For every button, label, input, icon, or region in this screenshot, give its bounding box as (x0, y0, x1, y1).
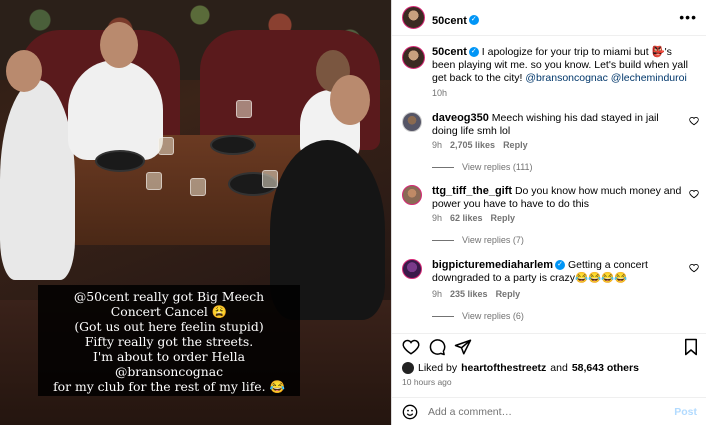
divider-line (432, 166, 454, 168)
like-comment-heart-icon[interactable] (689, 189, 699, 199)
post-caption: 50cent ✓ I apologize for your trip to mia… (392, 44, 706, 98)
commenter-avatar[interactable] (402, 112, 422, 132)
verified-badge-icon: ✓ (468, 47, 479, 58)
divider-line (432, 239, 454, 241)
comment-time: 9h (432, 289, 443, 299)
caption-username[interactable]: 50cent (432, 46, 467, 58)
comment: daveog350 Meech wishing his dad stayed i… (392, 112, 706, 176)
comment-likes[interactable]: 62 likes (450, 213, 483, 223)
view-replies[interactable]: View replies (111) (432, 162, 533, 172)
comment-time: 9h (432, 140, 443, 150)
commenter-username[interactable]: daveog350 (432, 112, 489, 124)
like-comment-heart-icon[interactable] (689, 263, 699, 273)
commenter-username[interactable]: bigpicturemediaharlem (432, 259, 553, 271)
person-2 (68, 60, 163, 160)
post-photo[interactable]: @50cent really got Big Meech Concert Can… (0, 0, 391, 425)
author-username[interactable]: 50cent (432, 15, 467, 27)
author-avatar[interactable] (402, 6, 425, 29)
glass (146, 172, 162, 190)
comment-text: bigpicturemediaharlem ✓ Getting a concert… (432, 259, 682, 285)
comment-likes[interactable]: 235 likes (450, 289, 488, 299)
caption-line: I'm about to order Hella @bransoncognac (92, 349, 245, 379)
like-comment-heart-icon[interactable] (689, 116, 699, 126)
mention-link[interactable]: @lecheminduroi (611, 72, 687, 84)
person-1-head (6, 50, 42, 92)
glass (158, 137, 174, 155)
likes-summary: Liked by heartofthestreetz and 58,643 ot… (402, 362, 639, 374)
post-timestamp: 10 hours ago (402, 377, 452, 387)
comment: bigpicturemediaharlem ✓ Getting a concert… (392, 259, 706, 323)
post-header: 50cent ✓ ••• (392, 0, 706, 36)
mention-link[interactable]: @bransoncognac (525, 72, 607, 84)
commenter-avatar[interactable] (402, 259, 422, 279)
caption-time: 10h (432, 88, 448, 98)
caption-line: (Got us out here feelin stupid) (74, 319, 264, 334)
person-2-head (100, 22, 138, 68)
liked-by-prefix: Liked by (418, 362, 458, 374)
caption-line: for my club for the rest of my life. 😂 (53, 379, 285, 394)
action-bar (392, 333, 706, 356)
comment-likes[interactable]: 2,705 likes (450, 140, 495, 150)
caption-line: Fifty really got the streets. (84, 334, 254, 349)
glass (190, 178, 206, 196)
reply-button[interactable]: Reply (496, 289, 521, 299)
reply-button[interactable]: Reply (503, 140, 528, 150)
save-bookmark-icon[interactable] (682, 338, 700, 356)
person-4-head (330, 75, 370, 125)
glass (236, 100, 252, 118)
comment-time: 9h (432, 213, 443, 223)
view-replies[interactable]: View replies (7) (432, 235, 524, 245)
caption-avatar[interactable] (402, 46, 425, 69)
caption-line: @50cent really got Big Meech (73, 289, 265, 304)
view-replies-label[interactable]: View replies (7) (462, 235, 524, 245)
comment-text: ttg_tiff_the_gift Do you know how much m… (432, 185, 682, 211)
post-panel: 50cent ✓ ••• 50cent ✓ I apologize for your… (391, 0, 706, 425)
comment-meta: 9h 62 likes Reply (432, 213, 515, 223)
story-caption: @50cent really got Big Meech Concert Can… (38, 285, 300, 396)
add-comment-input[interactable]: Add a comment… (428, 406, 512, 418)
liked-by-and: and (550, 362, 568, 374)
reply-button[interactable]: Reply (491, 213, 516, 223)
glass (262, 170, 278, 188)
add-comment-bar: Add a comment… Post (392, 397, 706, 425)
verified-badge-icon: ✓ (555, 260, 566, 271)
plate (210, 135, 256, 155)
comment-meta: 9h 2,705 likes Reply (432, 140, 528, 150)
author-name-row: 50cent ✓ (432, 11, 479, 29)
comment-text: daveog350 Meech wishing his dad stayed i… (432, 112, 682, 138)
liker-username[interactable]: heartofthestreetz (461, 362, 546, 374)
divider-line (432, 315, 454, 317)
comment-bubble-icon[interactable] (428, 338, 446, 356)
liker-avatar[interactable] (402, 362, 414, 374)
person-1 (0, 80, 75, 280)
emoji-smiley-icon[interactable] (402, 404, 418, 420)
view-replies-label[interactable]: View replies (6) (462, 311, 524, 321)
more-options-icon[interactable]: ••• (679, 9, 697, 25)
comment-meta: 9h 235 likes Reply (432, 289, 520, 299)
comment: ttg_tiff_the_gift Do you know how much m… (392, 185, 706, 249)
caption-line: Concert Cancel 😩 (110, 304, 228, 319)
view-replies[interactable]: View replies (6) (432, 311, 524, 321)
post-comment-button[interactable]: Post (674, 406, 697, 418)
plate (95, 150, 145, 172)
commenter-avatar[interactable] (402, 185, 422, 205)
likes-count[interactable]: 58,643 others (572, 362, 639, 374)
share-send-icon[interactable] (454, 338, 472, 356)
commenter-username[interactable]: ttg_tiff_the_gift (432, 185, 512, 197)
verified-badge-icon: ✓ (468, 14, 479, 25)
caption-text: 50cent ✓ I apologize for your trip to mia… (432, 46, 697, 85)
view-replies-label[interactable]: View replies (111) (462, 162, 533, 172)
like-heart-icon[interactable] (402, 338, 420, 356)
